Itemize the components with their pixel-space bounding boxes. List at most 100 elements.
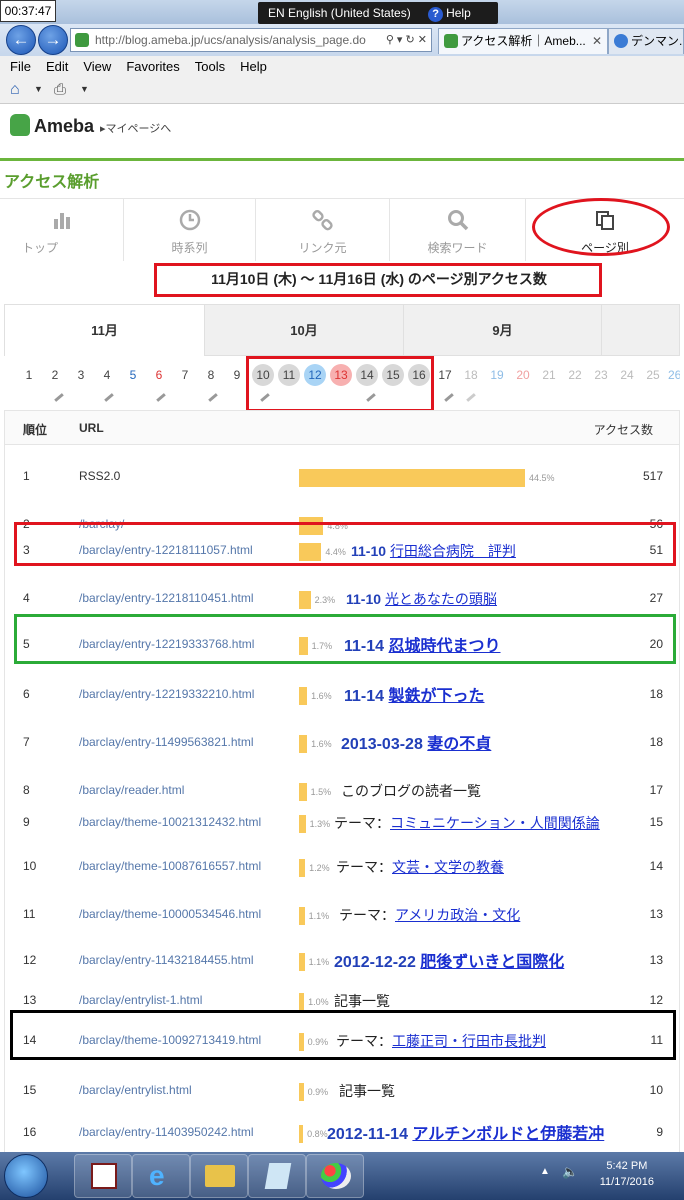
chevron-down-icon[interactable]: ▼	[34, 84, 43, 94]
table-row: 15/barclay/entrylist.html 0.9% 10 記事一覧	[5, 1075, 679, 1115]
url-link[interactable]: /barclay/entry-12218110451.html	[79, 591, 254, 605]
back-button[interactable]: ←	[6, 25, 36, 55]
url-link[interactable]: /barclay/entry-11499563821.html	[79, 735, 254, 749]
highlight-box	[14, 614, 676, 664]
annotation: テーマ：文芸・文学の教養	[336, 857, 504, 877]
taskbar-clock-app[interactable]	[74, 1154, 132, 1198]
annotation-link[interactable]: 妻の不貞	[427, 736, 491, 753]
annotation-link[interactable]: コミュニケーション・人間関係論	[390, 815, 600, 831]
day-9[interactable]: 9	[226, 364, 248, 386]
pencil-icon	[104, 393, 114, 402]
rank-cell: 1	[23, 469, 30, 483]
menu-tools[interactable]: Tools	[185, 56, 230, 74]
table-header: 順位 URL アクセス数	[5, 411, 679, 445]
annotation: 記事一覧	[339, 1081, 395, 1101]
close-tab-icon[interactable]: ✕	[592, 29, 602, 53]
day-5[interactable]: 5	[122, 364, 144, 386]
taskbar-paint[interactable]	[306, 1154, 364, 1198]
count-cell: 13	[649, 907, 663, 921]
menu-help[interactable]: Help	[230, 56, 272, 74]
percent-label: 0.8%	[307, 1129, 328, 1139]
url-link[interactable]: /barclay/reader.html	[79, 783, 184, 797]
tab-top[interactable]: トップ	[0, 199, 124, 261]
chevron-down-icon[interactable]: ▼	[80, 84, 89, 94]
print-icon[interactable]: ⎙	[54, 81, 66, 98]
tab-month-oct[interactable]: 10月	[204, 305, 403, 356]
url-link[interactable]: /barclay/entrylist.html	[79, 1083, 192, 1097]
taskbar-ie[interactable]: e	[132, 1154, 190, 1198]
ameba-tab-icon	[444, 34, 458, 48]
annotation-link[interactable]: 肥後ずいきと国際化	[420, 954, 564, 971]
access-bar	[299, 687, 308, 705]
url-link[interactable]: /barclay/entrylist-1.html	[79, 993, 202, 1007]
url-link[interactable]: /barclay/theme-10000534546.html	[79, 907, 261, 921]
day-1[interactable]: 1	[18, 364, 40, 386]
tab-label: リンク元	[298, 241, 347, 255]
day-3[interactable]: 3	[70, 364, 92, 386]
percent-label: 1.5%	[310, 787, 332, 797]
access-bar	[299, 591, 311, 609]
system-time: 5:42 PM	[606, 1160, 648, 1172]
tab-label: トップ	[22, 241, 59, 255]
browser-tab[interactable]: デンマン...	[608, 28, 684, 54]
month-tabs: 11月 10月 9月	[4, 304, 680, 357]
browser-tab-active[interactable]: アクセス解析｜Ameb... ✕	[438, 28, 608, 54]
help-icon[interactable]: ?	[428, 7, 444, 22]
count-cell: 18	[649, 735, 663, 749]
annotation: 2012-12-22 肥後ずいきと国際化	[334, 948, 564, 972]
menu-view[interactable]: View	[73, 56, 116, 74]
annotation-date: 11-14	[344, 688, 385, 705]
tab-referrer[interactable]: リンク元	[256, 199, 390, 261]
day-6[interactable]: 6	[148, 364, 170, 386]
annotation-link[interactable]: アルチンボルドと伊藤若冲	[412, 1126, 604, 1143]
day-8[interactable]: 8	[200, 364, 222, 386]
day-24: 24	[620, 368, 634, 382]
system-clock[interactable]: 5:42 PM 11/17/2016	[600, 1158, 654, 1190]
annotation-link[interactable]: 光とあなたの頭脳	[385, 591, 497, 607]
tab-timeline[interactable]: 時系列	[124, 199, 256, 261]
annotation: 2012-11-14 アルチンボルドと伊藤若冲	[327, 1120, 604, 1144]
tray-arrow-icon[interactable]: ▲	[540, 1166, 550, 1177]
address-bar[interactable]: http://blog.ameba.jp/ucs/analysis/analys…	[70, 28, 432, 52]
forward-button[interactable]: →	[38, 25, 68, 55]
address-tools-icon[interactable]: ⚲ ▾ ↻ ✕	[386, 29, 427, 51]
taskbar-explorer[interactable]	[190, 1154, 248, 1198]
menu-file[interactable]: File	[0, 56, 36, 74]
menu-favorites[interactable]: Favorites	[116, 56, 184, 74]
language-bar[interactable]: EN English (United States) ? Help	[258, 2, 498, 24]
day-7[interactable]: 7	[174, 364, 196, 386]
url-link[interactable]: /barclay/entry-11432184455.html	[79, 953, 254, 967]
speaker-icon[interactable]: 🔈	[562, 1164, 578, 1180]
day-20: 20	[516, 368, 530, 382]
tab-month-sep[interactable]: 9月	[403, 305, 602, 356]
annotation-link[interactable]: アメリカ政治・文化	[395, 907, 520, 923]
access-bar	[299, 469, 525, 487]
annotation-link[interactable]: 文芸・文学の教養	[392, 859, 504, 875]
mypage-link[interactable]: ▸マイページへ	[100, 120, 171, 136]
start-button[interactable]	[4, 1154, 48, 1198]
help-label[interactable]: Help	[446, 6, 471, 20]
highlight-box	[246, 356, 434, 412]
day-17[interactable]: 17	[434, 364, 456, 386]
url-link[interactable]: /barclay/entry-11403950242.html	[79, 1125, 254, 1139]
day-2[interactable]: 2	[44, 364, 66, 386]
url-link[interactable]: /barclay/theme-10021312432.html	[79, 815, 261, 829]
percent-label: 1.6%	[311, 691, 332, 701]
annotation-link[interactable]: 製鉄が下った	[389, 688, 485, 705]
rank-cell: 4	[23, 591, 30, 605]
url-link[interactable]: /barclay/theme-10087616557.html	[79, 859, 261, 873]
day-4[interactable]: 4	[96, 364, 118, 386]
tab-month-nov[interactable]: 11月	[5, 305, 204, 357]
ie-tab-icon	[614, 34, 628, 48]
pencil-icon	[466, 393, 476, 402]
tab-search-words[interactable]: 検索ワード	[390, 199, 526, 261]
home-icon[interactable]: ⌂	[10, 81, 20, 99]
annotation-text: 記事一覧	[339, 1083, 395, 1099]
ameba-logo[interactable]: Ameba	[10, 114, 94, 137]
menu-edit[interactable]: Edit	[36, 56, 73, 74]
taskbar-notepad[interactable]	[248, 1154, 306, 1198]
access-bar	[299, 1125, 304, 1143]
percent-label: 1.1%	[308, 911, 330, 921]
url-link[interactable]: /barclay/entry-12219332210.html	[79, 687, 254, 701]
annotation-date: 2012-12-22	[334, 954, 416, 971]
